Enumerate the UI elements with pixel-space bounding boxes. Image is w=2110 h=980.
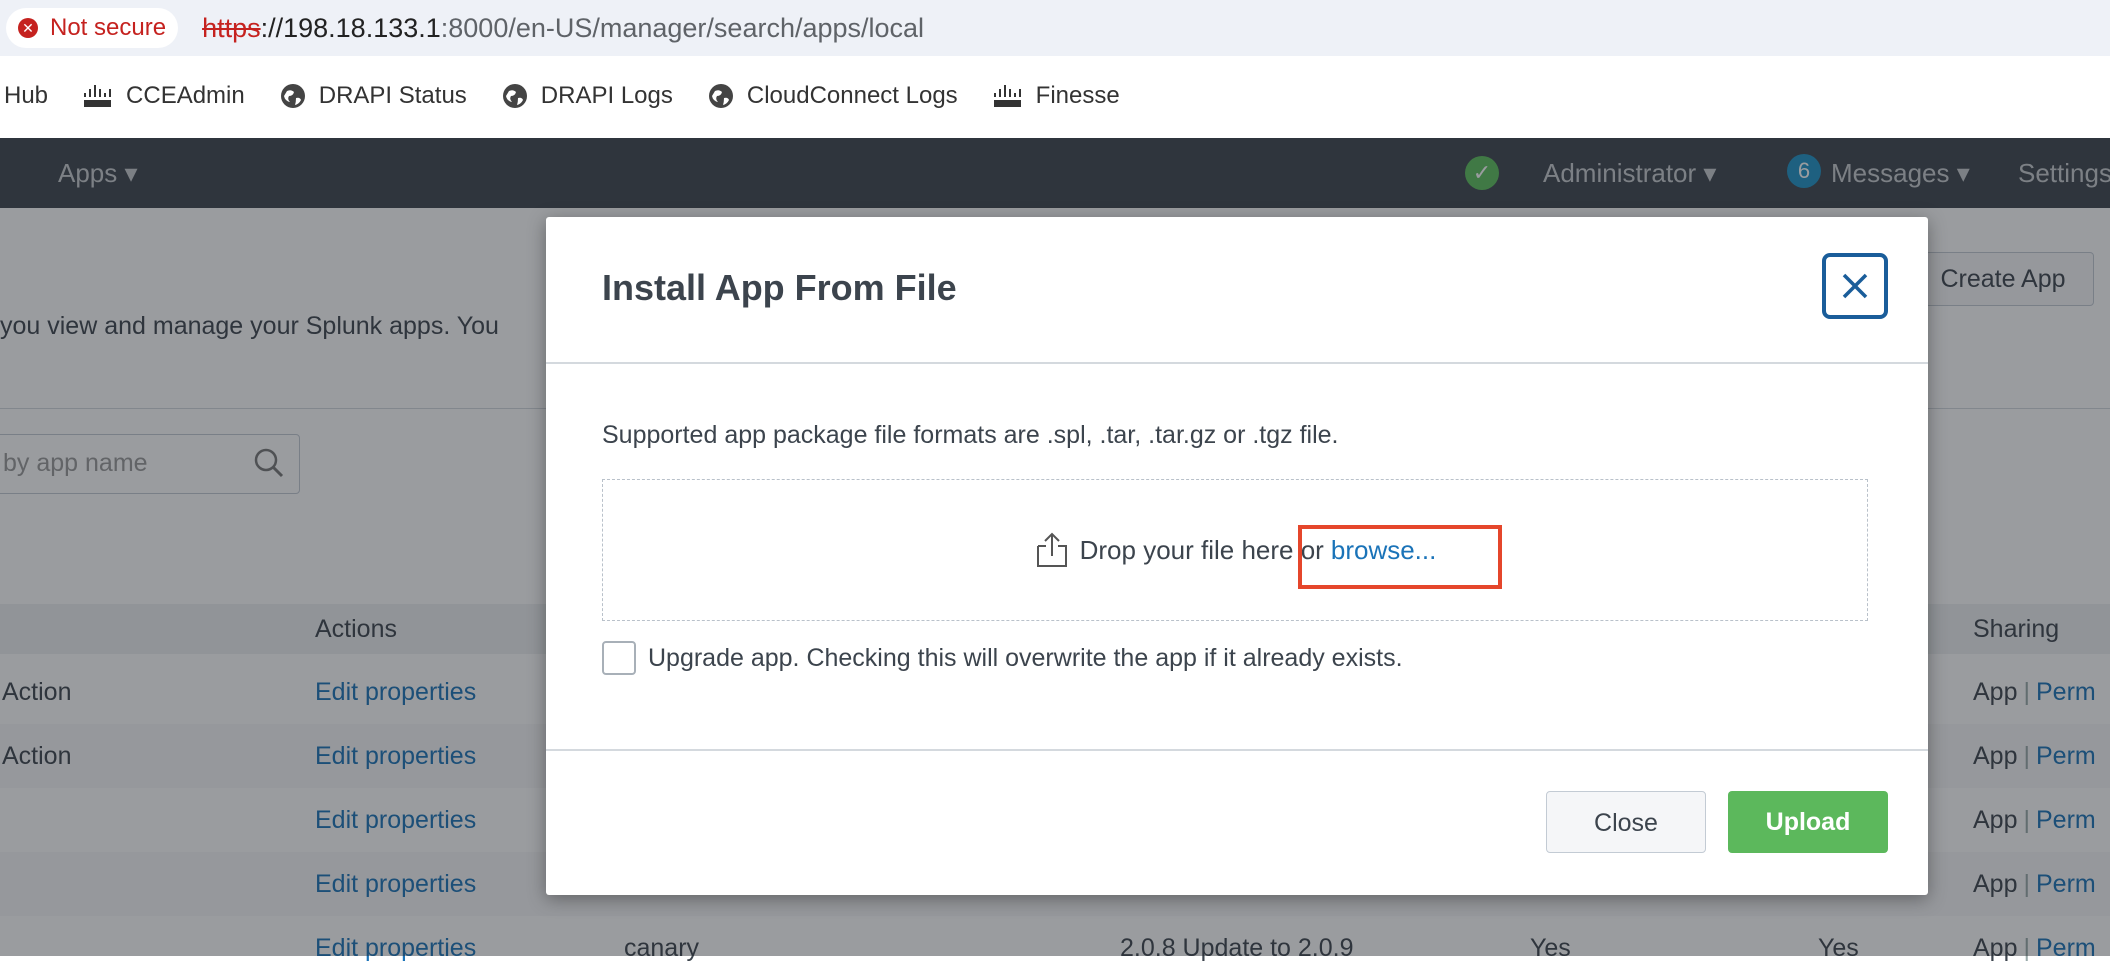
highlight-box: [1298, 525, 1502, 589]
globe-icon: [279, 82, 307, 110]
globe-icon: [501, 82, 529, 110]
close-icon[interactable]: [1822, 253, 1888, 319]
warning-icon: ✕: [18, 18, 38, 38]
cisco-logo-icon: [82, 83, 114, 109]
bookmark-label: Finesse: [1035, 82, 1120, 109]
upload-button[interactable]: Upload: [1728, 791, 1888, 853]
upgrade-app-label[interactable]: Upgrade app. Checking this will overwrit…: [648, 644, 1403, 673]
modal-title: Install App From File: [602, 267, 957, 308]
security-indicator[interactable]: ✕ Not secure: [6, 8, 179, 48]
install-app-modal: Install App From File Supported app pack…: [546, 217, 1928, 895]
bookmark-cceadmin[interactable]: CCEAdmin: [82, 82, 245, 110]
upload-icon: [1034, 530, 1070, 570]
supported-formats-text: Supported app package file formats are .…: [602, 421, 1339, 449]
bookmark-label: DRAPI Logs: [540, 82, 673, 109]
bookmark-hub[interactable]: Hub: [4, 82, 48, 110]
modal-footer: Close Upload: [546, 749, 1928, 897]
url-scheme: https: [202, 12, 261, 43]
close-button[interactable]: Close: [1546, 791, 1706, 853]
bookmark-label: DRAPI Status: [318, 82, 467, 109]
browser-address-bar: ✕ Not secure https://198.18.133.1:8000/e…: [0, 0, 2110, 56]
bookmark-finesse[interactable]: Finesse: [992, 82, 1120, 110]
modal-header: Install App From File: [546, 217, 1928, 364]
dropzone-content: Drop your file here or browse...: [603, 480, 1867, 620]
cisco-logo-icon: [992, 83, 1024, 109]
bookmark-drapi-logs[interactable]: DRAPI Logs: [501, 82, 673, 110]
file-dropzone[interactable]: Drop your file here or browse...: [602, 479, 1868, 621]
url-host: ://198.18.133.1: [260, 12, 441, 43]
bookmark-label: Hub: [4, 82, 49, 109]
bookmarks-bar: Hub CCEAdmin DRAPI Status DRAPI Logs Clo…: [0, 68, 1154, 124]
security-label: Not secure: [50, 14, 167, 41]
bookmark-label: CCEAdmin: [126, 82, 245, 109]
bookmark-label: CloudConnect Logs: [746, 82, 958, 109]
bookmark-cloudconnect-logs[interactable]: CloudConnect Logs: [707, 82, 958, 110]
drop-text: Drop your file here or: [1079, 534, 1324, 565]
url-field[interactable]: https://198.18.133.1:8000/en-US/manager/…: [202, 13, 924, 44]
upgrade-app-checkbox[interactable]: [602, 641, 636, 675]
globe-icon: [707, 82, 735, 110]
upgrade-option: Upgrade app. Checking this will overwrit…: [602, 641, 1403, 675]
bookmark-drapi-status[interactable]: DRAPI Status: [279, 82, 467, 110]
url-path: :8000/en-US/manager/search/apps/local: [440, 12, 925, 43]
